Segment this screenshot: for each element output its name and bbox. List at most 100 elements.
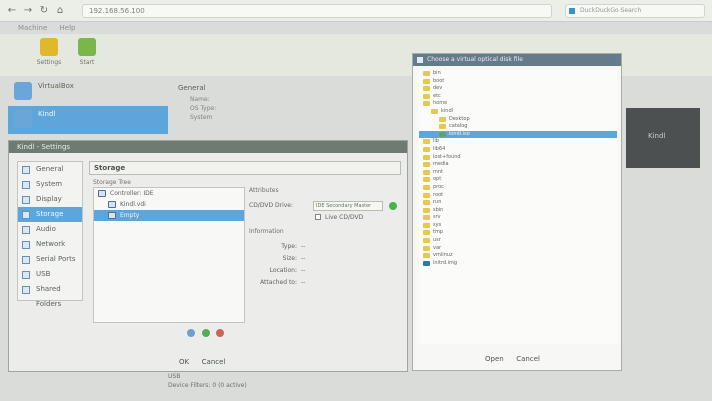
home-icon[interactable]: ⌂: [54, 5, 66, 17]
remove-attachment-icon[interactable]: [216, 329, 225, 337]
sidebar-item-audio[interactable]: Audio: [18, 222, 82, 237]
file-list-label: lib: [433, 138, 439, 145]
folder-icon: [423, 230, 430, 236]
folder-icon: [22, 286, 30, 294]
file-list-item[interactable]: home: [419, 100, 617, 108]
tree-item-disk[interactable]: Kindl.vdi: [94, 199, 244, 210]
file-list-label: mnt: [433, 168, 443, 175]
folder-icon: [423, 93, 430, 99]
file-list-item[interactable]: bin: [419, 70, 617, 78]
file-list-item[interactable]: var: [419, 245, 617, 253]
cancel-button[interactable]: Cancel: [202, 358, 226, 366]
file-list-label: vmlinuz: [433, 252, 453, 259]
sidebar-item-serial-ports[interactable]: Serial Ports: [18, 252, 82, 267]
sidebar-item-general[interactable]: General: [18, 162, 82, 177]
file-icon: [423, 260, 430, 266]
disk-chooser-icon[interactable]: [389, 202, 397, 210]
file-list-item[interactable]: sbin: [419, 207, 617, 215]
details-line: System: [190, 114, 213, 121]
file-list-item[interactable]: proc: [419, 184, 617, 192]
settings-buttons: OK Cancel: [179, 357, 269, 369]
folder-icon: [423, 78, 430, 84]
add-attachment-icon[interactable]: [201, 329, 210, 337]
search-input[interactable]: DuckDuckGo Search: [565, 4, 705, 18]
info-label: Type:: [281, 243, 297, 250]
file-list-item[interactable]: lib: [419, 138, 617, 146]
start-label: Start: [79, 59, 95, 66]
file-list-item[interactable]: kindl.iso: [419, 130, 617, 139]
hard-disk-icon: [108, 201, 116, 208]
file-list-label: usr: [433, 237, 441, 244]
sidebar-item-system[interactable]: System: [18, 177, 82, 192]
file-list-label: media: [433, 161, 449, 168]
file-list-item[interactable]: kindl: [419, 108, 617, 116]
folder-icon: [423, 139, 430, 145]
start-arrow-icon: [78, 38, 96, 56]
back-icon[interactable]: ←: [6, 5, 18, 17]
file-list-item[interactable]: sys: [419, 222, 617, 230]
sidebar-item-shared-folders[interactable]: Shared Folders: [18, 282, 82, 308]
settings-dialog: Kindl - Settings General System Display …: [8, 140, 408, 372]
folder-icon: [423, 101, 430, 107]
reload-icon[interactable]: ↻: [38, 5, 50, 17]
file-list-item[interactable]: etc: [419, 93, 617, 101]
file-list-item[interactable]: lib64: [419, 146, 617, 154]
vm-list-item[interactable]: VirtualBox: [8, 78, 168, 106]
file-list-item[interactable]: vmlinuz: [419, 252, 617, 260]
section-title: Storage: [89, 161, 401, 175]
sidebar-item-label: Storage: [36, 210, 64, 218]
file-list-item[interactable]: opt: [419, 176, 617, 184]
chooser-title-text: Choose a virtual optical disk file: [427, 56, 523, 63]
sidebar-item-network[interactable]: Network: [18, 237, 82, 252]
cancel-button[interactable]: Cancel: [516, 355, 540, 363]
start-button[interactable]: Start: [64, 38, 110, 72]
file-list-item[interactable]: run: [419, 199, 617, 207]
tree-item-label: Kindl.vdi: [120, 201, 146, 208]
info-label: Attached to:: [260, 279, 297, 286]
file-list-label: srv: [433, 214, 441, 221]
file-list-item[interactable]: media: [419, 161, 617, 169]
folder-icon: [423, 222, 430, 228]
vm-icon: [14, 110, 32, 128]
forward-icon[interactable]: →: [22, 5, 34, 17]
folder-icon: [423, 207, 430, 213]
tree-item-controller[interactable]: Controller: IDE: [94, 188, 244, 199]
settings-label: Settings: [36, 59, 62, 66]
sidebar-item-storage[interactable]: Storage: [18, 207, 82, 222]
folder-icon: [431, 108, 438, 114]
serial-port-icon: [22, 256, 30, 264]
file-list-label: Desktop: [449, 115, 470, 122]
sidebar-item-label: USB: [36, 270, 51, 278]
file-list-item[interactable]: boot: [419, 78, 617, 86]
folder-icon: [423, 184, 430, 190]
file-list-item[interactable]: dev: [419, 85, 617, 93]
file-list-item[interactable]: Desktop: [419, 116, 617, 124]
menu-item-help[interactable]: Help: [60, 24, 76, 32]
file-list-item[interactable]: lost+found: [419, 154, 617, 162]
open-button[interactable]: Open: [485, 355, 504, 363]
preview-label: Kindl: [648, 132, 666, 140]
live-cd-checkbox[interactable]: [315, 214, 321, 220]
file-list-item[interactable]: mnt: [419, 169, 617, 177]
file-list-item[interactable]: catalog: [419, 123, 617, 131]
details-heading: General: [178, 84, 206, 92]
file-list-item[interactable]: srv: [419, 214, 617, 222]
chooser-buttons: Open Cancel: [485, 354, 605, 366]
url-bar[interactable]: 192.168.56.100: [82, 4, 552, 18]
general-icon: [22, 166, 30, 174]
add-controller-icon[interactable]: [187, 329, 195, 337]
sidebar-item-display[interactable]: Display: [18, 192, 82, 207]
menu-item-machine[interactable]: Machine: [18, 24, 47, 32]
optical-drive-select[interactable]: IDE Secondary Master: [313, 201, 383, 211]
sidebar-item-usb[interactable]: USB: [18, 267, 82, 282]
file-list-item[interactable]: initrd.img: [419, 260, 617, 268]
file-list-item[interactable]: usr: [419, 237, 617, 245]
controller-icon: [98, 190, 106, 197]
vm-list-item[interactable]: Kindl: [8, 106, 168, 134]
sidebar-item-label: Serial Ports: [36, 255, 76, 263]
tree-item-optical[interactable]: Empty: [94, 210, 244, 221]
file-list-item[interactable]: tmp: [419, 229, 617, 237]
file-list-item[interactable]: root: [419, 192, 617, 200]
ok-button[interactable]: OK: [179, 358, 189, 366]
usb-heading: USB: [168, 373, 181, 380]
